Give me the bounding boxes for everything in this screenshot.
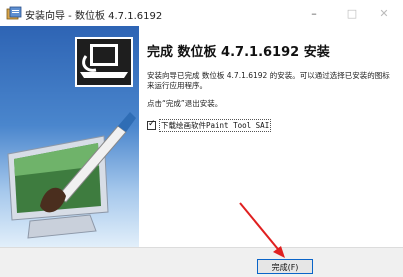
button-bar (0, 247, 403, 277)
installer-computer-icon (75, 37, 133, 87)
completion-message: 安装向导已完成 数位板 4.7.1.6192 的安装。可以通过选择已安装的图标来… (147, 71, 390, 90)
installer-window: 安装向导 - 数位板 4.7.1.6192 – □ ✕ 完成 数位板 4.7.1… (0, 0, 403, 277)
maximize-button[interactable]: □ (340, 6, 364, 22)
monitor-brush-illustration (7, 37, 136, 239)
wizard-side-panel (0, 26, 139, 247)
download-sai-option[interactable]: ✓ 下载绘画软件Paint Tool SAI (147, 118, 272, 132)
page-title: 完成 数位板 4.7.1.6192 安装 (147, 45, 330, 60)
close-button[interactable]: ✕ (372, 6, 396, 22)
installer-app-icon (6, 6, 22, 20)
minimize-button[interactable]: – (302, 6, 326, 22)
title-bar: 安装向导 - 数位板 4.7.1.6192 – □ ✕ (0, 0, 403, 26)
download-sai-label[interactable]: 下载绘画软件Paint Tool SAI (159, 118, 272, 132)
checkmark-icon: ✓ (148, 118, 156, 129)
exit-instruction: 点击“完成”退出安装。 (147, 99, 223, 108)
download-sai-checkbox[interactable]: ✓ (147, 118, 156, 130)
monitor-graphic (7, 135, 109, 239)
finish-button[interactable]: 完成(F) (257, 259, 313, 274)
window-title: 安装向导 - 数位板 4.7.1.6192 (25, 11, 163, 22)
